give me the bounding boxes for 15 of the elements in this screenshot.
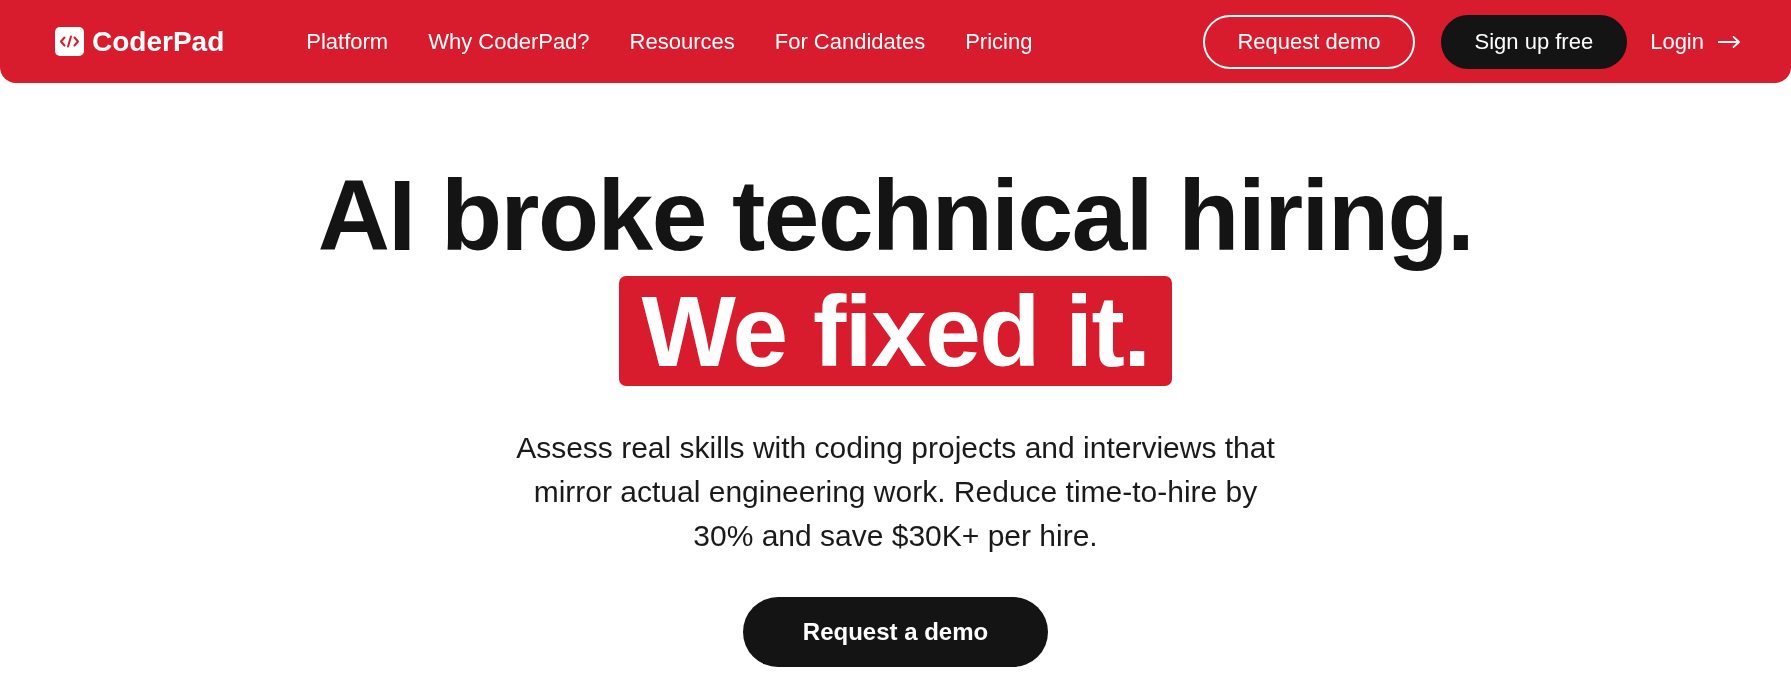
nav-link[interactable]: For Candidates (774, 28, 926, 55)
arrow-right-icon (1718, 35, 1740, 48)
request-demo-button[interactable]: Request demo (1203, 14, 1415, 69)
logo-link[interactable]: CoderPad (55, 25, 225, 58)
nav-link[interactable]: Platform (306, 28, 389, 55)
request-demo-button[interactable]: Request a demo (742, 597, 1049, 667)
hero-heading: AI broke technical hiring. (317, 158, 1474, 272)
sign-up-button[interactable]: Sign up free (1440, 14, 1628, 69)
nav-link[interactable]: Pricing (965, 28, 1033, 55)
nav-link[interactable]: Why CoderPad? (428, 28, 590, 55)
login-link[interactable]: Login (1650, 28, 1740, 55)
highlight-heading: We fixed it. (619, 276, 1172, 386)
hero-description: Assess real skills with coding projects and interviews that mirror actual engineering work. Reduce time-to-hire by 30% and save $30K+ per hire. (515, 430, 1276, 554)
code-icon (55, 27, 84, 56)
nav-link[interactable]: Resources (629, 28, 735, 55)
